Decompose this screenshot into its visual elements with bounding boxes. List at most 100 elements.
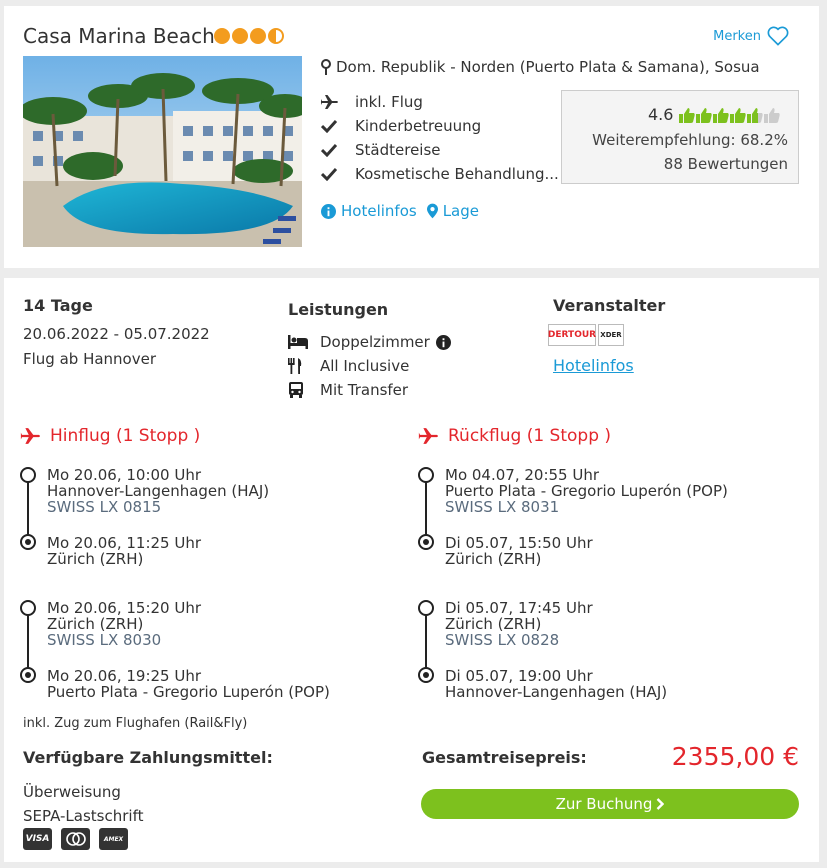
merken-button[interactable]: Merken bbox=[713, 26, 789, 46]
star-icon bbox=[250, 28, 266, 44]
lage-link[interactable]: Lage bbox=[426, 202, 479, 220]
flight-segment: Mo 04.07, 20:55 Uhr Puerto Plata - Grego… bbox=[418, 466, 798, 567]
service-label: All Inclusive bbox=[320, 357, 410, 375]
flight-number: SWISS LX 8030 bbox=[47, 631, 162, 649]
arrival-time: Mo 20.06, 11:25 Uhr bbox=[47, 534, 202, 552]
offer-card: 14 Tage 20.06.2022 - 05.07.2022 Flug ab … bbox=[4, 278, 819, 862]
bed-icon bbox=[288, 335, 308, 349]
thumbs-rating bbox=[679, 107, 781, 123]
thumb-up-half-icon bbox=[747, 107, 764, 123]
hotelinfos-label: Hotelinfos bbox=[341, 202, 417, 220]
visa-card-icon: VISA bbox=[23, 828, 52, 850]
plane-icon bbox=[321, 95, 338, 109]
outbound-header: Hinflug (1 Stopp ) bbox=[20, 426, 200, 446]
bus-icon bbox=[289, 382, 303, 398]
xder-logo: XDER bbox=[598, 324, 624, 346]
segment-arrival: Mo 20.06, 11:25 Uhr Zürich (ZRH) bbox=[47, 535, 201, 567]
hotel-photo[interactable] bbox=[23, 56, 302, 247]
payment-methods: Überweisung SEPA-Lastschrift bbox=[23, 780, 143, 828]
departure-node-icon bbox=[20, 600, 36, 616]
rail-and-fly-note: inkl. Zug zum Flughafen (Rail&Fly) bbox=[23, 716, 248, 731]
total-price: 2355,00 € bbox=[671, 742, 799, 771]
arrival-node-icon bbox=[418, 534, 434, 550]
plane-icon bbox=[20, 428, 40, 444]
book-button-label: Zur Buchung bbox=[555, 795, 653, 813]
services-title: Leistungen bbox=[288, 300, 389, 319]
feature-label: Kosmetische Behandlung... bbox=[355, 165, 559, 183]
service-item: Mit Transfer bbox=[288, 378, 451, 402]
thumb-up-empty-icon bbox=[764, 107, 781, 123]
departure-node-icon bbox=[418, 467, 434, 483]
half-star-icon bbox=[268, 28, 284, 44]
location-text: Dom. Republik - Norden (Puerto Plata & S… bbox=[336, 58, 760, 76]
segment-arrival: Di 05.07, 15:50 Uhr Zürich (ZRH) bbox=[445, 535, 593, 567]
outbound-title: Hinflug (1 Stopp ) bbox=[50, 426, 201, 446]
thumb-up-icon bbox=[730, 107, 747, 123]
hotel-card: Casa Marina Beach Merken Dom. Republik -… bbox=[4, 6, 819, 268]
feature-label: Städtereise bbox=[355, 141, 441, 159]
heart-icon bbox=[767, 26, 789, 46]
operator-logo: DERTOUR XDER bbox=[548, 324, 624, 346]
flight-segment: Mo 20.06, 10:00 Uhr Hannover-Langenhagen… bbox=[20, 466, 400, 567]
rating-score-row: 4.6 bbox=[648, 105, 781, 124]
hotel-location: Dom. Republik - Norden (Puerto Plata & S… bbox=[321, 58, 760, 76]
feature-list: inkl. Flug Kinderbetreuung Städtereise K… bbox=[321, 90, 561, 186]
service-label: Mit Transfer bbox=[320, 381, 409, 399]
rating-score: 4.6 bbox=[648, 105, 674, 124]
feature-item: Kosmetische Behandlung... bbox=[321, 162, 561, 186]
arrival-node-icon bbox=[20, 667, 36, 683]
service-label: Doppelzimmer bbox=[320, 333, 430, 351]
departure-time: Mo 20.06, 15:20 Uhr bbox=[47, 599, 202, 617]
thumb-up-icon bbox=[713, 107, 730, 123]
departure-time: Mo 04.07, 20:55 Uhr bbox=[445, 466, 600, 484]
departure-airport: Zürich (ZRH) bbox=[445, 615, 542, 633]
info-icon bbox=[321, 203, 336, 219]
flight-number: SWISS LX 8031 bbox=[445, 498, 560, 516]
flight-number: SWISS LX 0828 bbox=[445, 631, 560, 649]
feature-label: Kinderbetreuung bbox=[355, 117, 482, 135]
flight-segment: Di 05.07, 17:45 Uhr Zürich (ZRH) SWISS L… bbox=[418, 599, 798, 700]
arrival-airport: Hannover-Langenhagen (HAJ) bbox=[445, 683, 668, 701]
info-icon[interactable] bbox=[435, 334, 451, 350]
map-marker-icon bbox=[426, 203, 438, 219]
feature-label: inkl. Flug bbox=[355, 93, 423, 111]
amex-card-icon: AMEX bbox=[99, 828, 128, 850]
recommendation-rate: Weiterempfehlung: 68.2% bbox=[592, 131, 788, 149]
check-icon bbox=[321, 143, 337, 157]
flight-number: SWISS LX 0815 bbox=[47, 498, 162, 516]
hotel-name[interactable]: Casa Marina Beach bbox=[23, 24, 215, 48]
arrival-time: Mo 20.06, 19:25 Uhr bbox=[47, 667, 202, 685]
total-price-label: Gesamtreisepreis: bbox=[422, 748, 587, 767]
star-icon bbox=[214, 28, 230, 44]
arrival-airport: Zürich (ZRH) bbox=[47, 550, 144, 568]
check-icon bbox=[321, 167, 337, 181]
segment-departure: Mo 20.06, 15:20 Uhr Zürich (ZRH) SWISS L… bbox=[47, 600, 201, 648]
book-button[interactable]: Zur Buchung bbox=[421, 789, 799, 819]
hotel-stars bbox=[214, 28, 284, 44]
rating-box[interactable]: 4.6 Weiterempfehlung: 68.2% 88 Bewertung… bbox=[561, 90, 799, 184]
arrival-node-icon bbox=[20, 534, 36, 550]
thumb-up-icon bbox=[696, 107, 713, 123]
departure-node-icon bbox=[20, 467, 36, 483]
operator-title: Veranstalter bbox=[553, 296, 666, 315]
dertour-logo: DERTOUR bbox=[548, 324, 596, 346]
hotelinfos-link[interactable]: Hotelinfos bbox=[321, 202, 417, 220]
return-header: Rückflug (1 Stopp ) bbox=[418, 426, 611, 446]
segment-arrival: Mo 20.06, 19:25 Uhr Puerto Plata - Grego… bbox=[47, 668, 330, 700]
segment-departure: Di 05.07, 17:45 Uhr Zürich (ZRH) SWISS L… bbox=[445, 600, 593, 648]
check-icon bbox=[321, 119, 337, 133]
operator-hotelinfos-link[interactable]: Hotelinfos bbox=[553, 356, 634, 375]
flight-segment: Mo 20.06, 15:20 Uhr Zürich (ZRH) SWISS L… bbox=[20, 599, 400, 700]
segment-departure: Mo 20.06, 10:00 Uhr Hannover-Langenhagen… bbox=[47, 467, 269, 515]
lage-label: Lage bbox=[442, 202, 479, 220]
map-pin-icon bbox=[321, 59, 331, 75]
segment-departure: Mo 04.07, 20:55 Uhr Puerto Plata - Grego… bbox=[445, 467, 728, 515]
departure-airport: Puerto Plata - Gregorio Luperón (POP) bbox=[445, 482, 728, 500]
service-item: All Inclusive bbox=[288, 354, 451, 378]
thumb-up-icon bbox=[679, 107, 696, 123]
departure-airport: Flug ab Hannover bbox=[23, 350, 157, 368]
payment-method: Überweisung bbox=[23, 783, 121, 801]
payment-method: SEPA-Lastschrift bbox=[23, 807, 144, 825]
star-icon bbox=[232, 28, 248, 44]
payment-title: Verfügbare Zahlungsmittel: bbox=[23, 748, 273, 767]
